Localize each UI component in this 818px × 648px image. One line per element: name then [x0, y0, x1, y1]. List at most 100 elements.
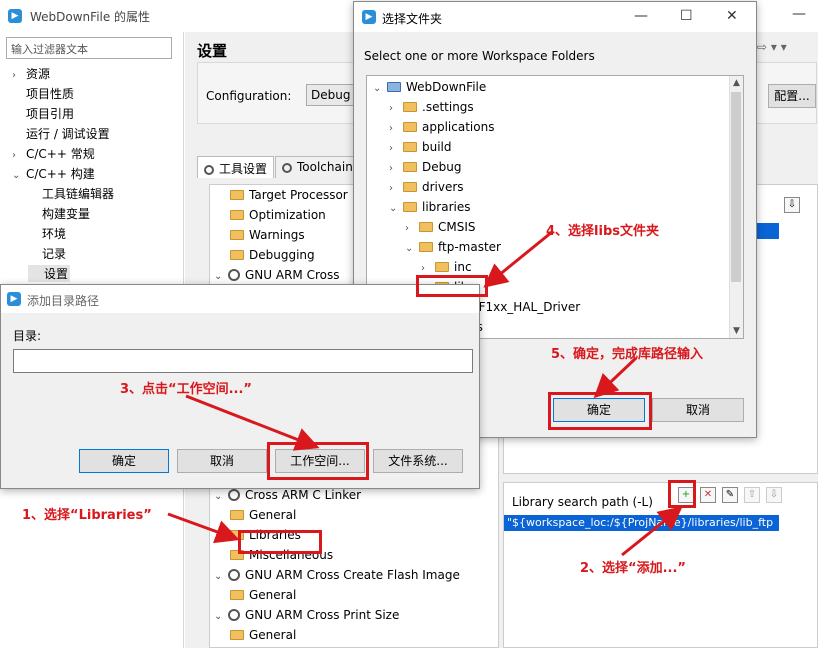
nav-item[interactable]: 项目性质	[12, 85, 74, 102]
tool-tree-item[interactable]: General	[230, 628, 296, 642]
dialog-title-bar: ▶ 添加目录路径	[1, 285, 479, 313]
nav-item[interactable]: › C/C++ 常规	[12, 145, 95, 162]
nav-item[interactable]: › 资源	[12, 65, 50, 82]
chevron-down-icon[interactable]: ⌄	[389, 203, 403, 214]
nav-item-label: 资源	[26, 67, 51, 81]
scroll-up-icon[interactable]: ▲	[733, 78, 740, 88]
chevron-down-icon[interactable]: ⌄	[214, 571, 228, 582]
tool-tree-item[interactable]: Warnings	[230, 228, 305, 242]
directory-input[interactable]	[13, 349, 473, 373]
filesystem-button[interactable]: 文件系统...	[373, 449, 463, 473]
nav-arrows-icon[interactable]: ⇨ ▾ ▾	[757, 40, 787, 54]
annotation-step3: 3、点击“工作空间...”	[120, 382, 252, 397]
cancel-button[interactable]: 取消	[652, 398, 744, 422]
nav-item-label: 运行 / 调试设置	[26, 127, 110, 141]
folder-tree-item[interactable]: › Debug	[389, 160, 461, 174]
folder-tree-item[interactable]: › applications	[389, 120, 494, 134]
folder-tree-item[interactable]: ⌄ ftp-master	[405, 240, 501, 254]
filter-input[interactable]: 输入过滤器文本	[6, 37, 172, 59]
folder-tree-label: .settings	[422, 100, 474, 114]
folder-tree-item[interactable]: › drivers	[389, 180, 464, 194]
minimize-icon[interactable]: —	[634, 8, 648, 24]
nav-item-label: 构建变量	[42, 207, 91, 221]
chevron-down-icon[interactable]: ⌄	[214, 611, 228, 622]
folder-icon	[403, 202, 417, 212]
chevron-down-icon[interactable]: ⌄	[405, 243, 419, 254]
folder-tree-label: Debug	[422, 160, 462, 174]
close-icon[interactable]: ✕	[726, 8, 738, 24]
add-button-highlight	[668, 480, 696, 508]
tool-tree-item[interactable]: ⌄ GNU ARM Cross	[214, 268, 339, 282]
chevron-icon[interactable]: ›	[12, 70, 26, 81]
chevron-down-icon[interactable]: ⌄	[214, 491, 228, 502]
libs-folder-highlight	[416, 275, 488, 297]
scrollbar-thumb[interactable]	[731, 92, 741, 282]
gear-icon	[228, 569, 240, 581]
folder-tree-label: applications	[422, 120, 495, 134]
chevron-icon[interactable]: ⌄	[12, 170, 26, 181]
chevron-right-icon[interactable]: ›	[405, 223, 419, 234]
chevron-right-icon[interactable]: ›	[421, 263, 435, 274]
nav-item-label: C/C++ 构建	[26, 167, 95, 181]
chevron-right-icon[interactable]: ›	[389, 143, 403, 154]
tool-tree-item[interactable]: Optimization	[230, 208, 326, 222]
chevron-right-icon[interactable]: ›	[389, 183, 403, 194]
folder-tree-item[interactable]: › CMSIS	[405, 220, 476, 234]
nav-item[interactable]: 运行 / 调试设置	[12, 125, 110, 142]
gear-icon	[228, 269, 240, 281]
cancel-button[interactable]: 取消	[177, 449, 267, 473]
folder-icon	[230, 190, 244, 200]
app-logo-icon: ▶	[8, 9, 22, 23]
folder-icon	[419, 222, 433, 232]
ok-button[interactable]: 确定	[79, 449, 169, 473]
dialog-title: 选择文件夹	[382, 12, 443, 26]
delete-icon[interactable]: ✕	[700, 487, 716, 503]
nav-item[interactable]: 构建变量	[28, 205, 90, 222]
folder-tree-item[interactable]: › inc	[421, 260, 472, 274]
chevron-down-icon[interactable]: ⌄	[373, 83, 387, 94]
nav-item[interactable]: 环境	[28, 225, 66, 242]
maximize-icon[interactable]: ☐	[680, 8, 693, 24]
chevron-right-icon[interactable]: ›	[389, 103, 403, 114]
tab-label: 工具设置	[219, 162, 268, 176]
chevron-right-icon[interactable]: ›	[389, 123, 403, 134]
nav-item[interactable]: ⌄ C/C++ 构建	[12, 165, 95, 182]
minimize-icon[interactable]: —	[792, 6, 806, 22]
dialog-title-bar: ▶ 选择文件夹 — ☐ ✕	[354, 2, 756, 32]
tool-tree-item[interactable]: General	[230, 508, 296, 522]
folder-tree-item[interactable]: ⌄ libraries	[389, 200, 470, 214]
nav-item[interactable]: 项目引用	[12, 105, 74, 122]
project-icon	[387, 82, 401, 92]
folder-icon	[403, 182, 417, 192]
chevron-right-icon[interactable]: ›	[389, 163, 403, 174]
nav-item[interactable]: 设置	[28, 265, 71, 282]
tool-tree-label: GNU ARM Cross	[245, 268, 340, 282]
tab-tool-settings[interactable]: 工具设置	[197, 156, 275, 178]
move-down-icon[interactable]: ⇩	[766, 487, 782, 503]
tool-tree-item[interactable]: Debugging	[230, 248, 315, 262]
tool-tree-item[interactable]: ⌄ GNU ARM Cross Print Size	[214, 608, 399, 622]
tool-tree-item[interactable]: Target Processor	[230, 188, 348, 202]
scroll-down-icon[interactable]: ▼	[733, 326, 740, 336]
nav-item[interactable]: 工具链编辑器	[28, 185, 114, 202]
annotation-step2: 2、选择“添加...”	[580, 561, 686, 576]
chevron-down-icon[interactable]: ⌄	[214, 271, 228, 282]
annotation-step5: 5、确定，完成库路径输入	[551, 347, 704, 362]
tool-tree-item[interactable]: ⌄ GNU ARM Cross Create Flash Image	[214, 568, 460, 582]
main-window-title: WebDownFile 的属性	[30, 10, 151, 24]
tool-tree-label: Debugging	[249, 248, 315, 262]
folder-tree-item[interactable]: ⌄ WebDownFile	[373, 80, 486, 94]
tool-tree-item[interactable]: ⌄ Cross ARM C Linker	[214, 488, 361, 502]
tab-toolchain[interactable]: Toolchain	[275, 156, 360, 178]
tool-tree-item[interactable]: General	[230, 588, 296, 602]
move-down-icon[interactable]: ⇩	[784, 197, 800, 213]
library-path-row[interactable]: "${workspace_loc:/${ProjName}/libraries/…	[504, 515, 779, 531]
manage-configurations-button[interactable]: 配置...	[768, 84, 816, 108]
nav-item[interactable]: 记录	[28, 245, 66, 262]
chevron-icon[interactable]: ›	[12, 150, 26, 161]
folder-tree-item[interactable]: › build	[389, 140, 452, 154]
annotation-step4: 4、选择libs文件夹	[546, 224, 660, 239]
edit-icon[interactable]: ✎	[722, 487, 738, 503]
folder-tree-item[interactable]: › .settings	[389, 100, 474, 114]
move-up-icon[interactable]: ⇧	[744, 487, 760, 503]
